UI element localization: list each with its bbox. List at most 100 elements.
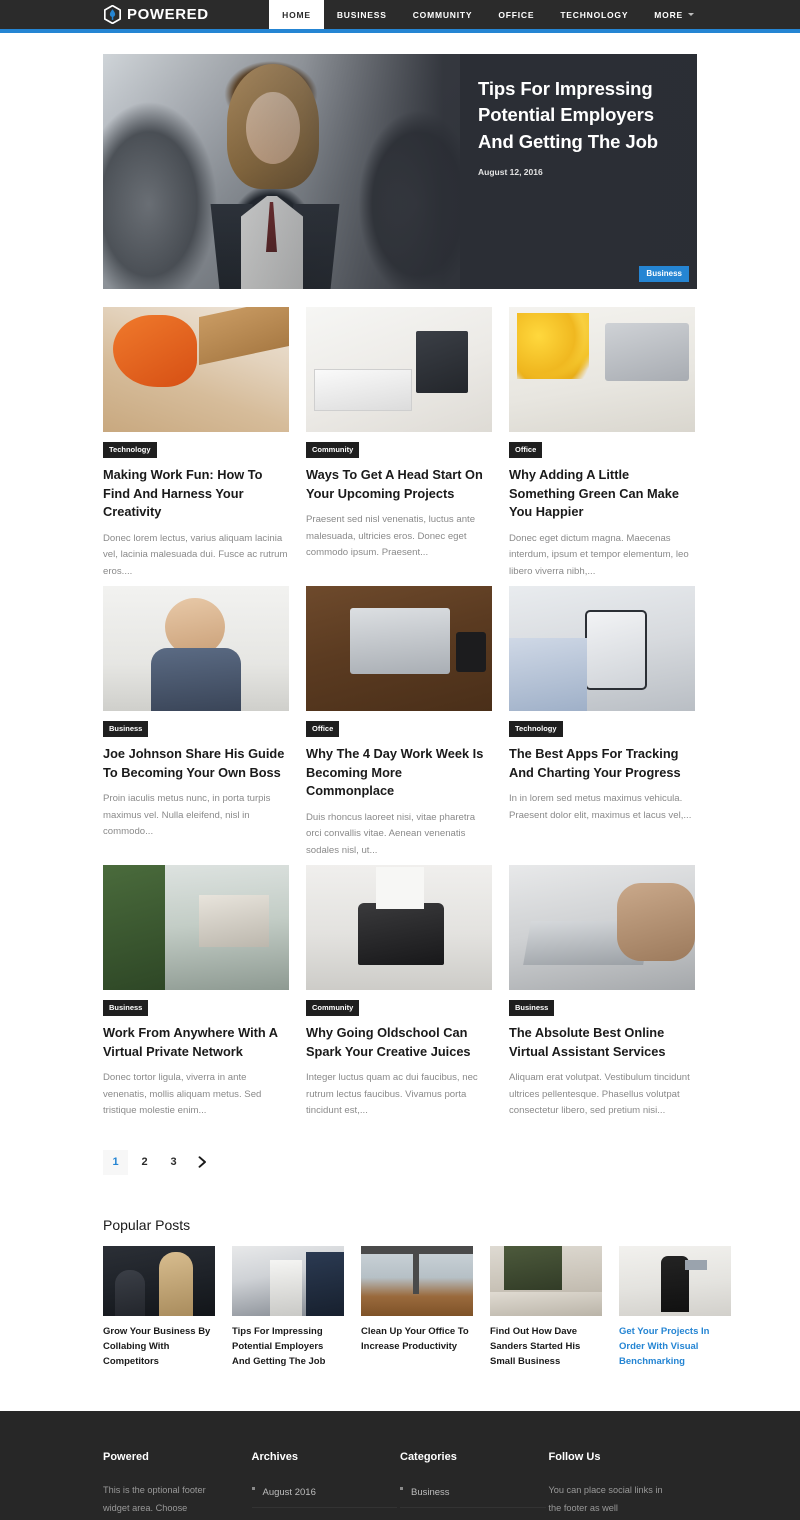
post-card: Business Joe Johnson Share His Guide To … (103, 586, 289, 859)
post-excerpt: In in lorem sed metus maximus vehicula. … (509, 793, 692, 821)
footer-widget-follow-us: Follow Us You can place social links in … (549, 1451, 695, 1520)
popular-post-thumbnail[interactable] (490, 1245, 602, 1316)
list-item: Community (400, 1515, 546, 1520)
nav-item-more[interactable]: MORE (641, 0, 707, 29)
post-thumbnail[interactable] (509, 307, 695, 432)
post-card: Business The Absolute Best Online Virtua… (509, 865, 695, 1120)
post-card: Community Why Going Oldschool Can Spark … (306, 865, 492, 1120)
post-thumbnail[interactable] (103, 307, 289, 432)
main-navigation: HOME BUSINESS COMMUNITY OFFICE TECHNOLOG… (269, 0, 707, 29)
hero-category-badge[interactable]: Business (639, 266, 689, 282)
post-thumbnail[interactable] (306, 865, 492, 991)
post-title[interactable]: Joe Johnson Share His Guide To Becoming … (103, 745, 289, 782)
post-title[interactable]: Ways To Get A Head Start On Your Upcomin… (306, 466, 492, 503)
post-title[interactable]: Making Work Fun: How To Find And Harness… (103, 466, 289, 522)
popular-post-item[interactable]: Grow Your Business By Collabing With Com… (103, 1245, 215, 1370)
nav-item-business[interactable]: BUSINESS (324, 0, 400, 29)
post-thumbnail[interactable] (509, 865, 695, 991)
pagination-next-button[interactable] (190, 1150, 215, 1175)
post-title[interactable]: Why Going Oldschool Can Spark Your Creat… (306, 1024, 492, 1061)
chevron-down-icon (688, 13, 694, 16)
popular-post-thumbnail[interactable] (103, 1245, 215, 1316)
site-logo[interactable]: POWERED (0, 0, 209, 29)
footer-widget-title: Follow Us (548, 1451, 601, 1464)
footer-widget-categories: Categories Business Community Office Tec… (400, 1451, 546, 1520)
hero-title[interactable]: Tips For Impressing Potential Employers … (478, 76, 683, 155)
header-accent-bar (0, 29, 800, 33)
site-footer: Powered This is the optional footer widg… (0, 1411, 800, 1520)
site-header: POWERED HOME BUSINESS COMMUNITY OFFICE T… (0, 0, 800, 29)
post-excerpt: Donec tortor ligula, viverra in ante ven… (103, 1072, 262, 1117)
popular-post-item[interactable]: Find Out How Dave Sanders Started His Sm… (490, 1245, 602, 1370)
popular-post-title[interactable]: Tips For Impressing Potential Employers … (232, 1324, 344, 1370)
post-category-badge[interactable]: Community (306, 442, 360, 458)
post-category-badge[interactable]: Office (306, 721, 340, 738)
post-card: Business Work From Anywhere With A Virtu… (103, 865, 289, 1120)
post-title[interactable]: The Best Apps For Tracking And Charting … (509, 745, 695, 782)
hero-content: Tips For Impressing Potential Employers … (478, 76, 683, 177)
archive-link[interactable]: August 2016 (263, 1487, 316, 1498)
nav-label: HOME (282, 9, 311, 20)
pagination-page-3[interactable]: 3 (161, 1150, 186, 1175)
popular-post-item[interactable]: Tips For Impressing Potential Employers … (232, 1245, 344, 1370)
post-category-badge[interactable]: Business (509, 1000, 555, 1017)
nav-item-technology[interactable]: TECHNOLOGY (547, 0, 641, 29)
post-title[interactable]: The Absolute Best Online Virtual Assista… (509, 1024, 695, 1061)
nav-item-home[interactable]: HOME (269, 0, 324, 29)
post-title[interactable]: Why Adding A Little Something Green Can … (509, 466, 695, 522)
post-excerpt: Proin iaculis metus nunc, in porta turpi… (103, 793, 271, 838)
post-card: Technology The Best Apps For Tracking An… (509, 586, 695, 859)
post-thumbnail[interactable] (103, 865, 289, 991)
footer-widget-text: You can place social links in the footer… (548, 1485, 663, 1514)
list-item: July 2016 (252, 1515, 398, 1520)
hero-date: August 12, 2016 (478, 166, 543, 177)
post-card: Technology Making Work Fun: How To Find … (103, 307, 289, 580)
popular-posts-row: Grow Your Business By Collabing With Com… (103, 1245, 731, 1370)
post-category-badge[interactable]: Business (103, 1000, 149, 1017)
category-link[interactable]: Business (411, 1487, 450, 1498)
popular-post-item[interactable]: Clean Up Your Office To Increase Product… (361, 1245, 473, 1370)
footer-widget-powered: Powered This is the optional footer widg… (103, 1451, 249, 1520)
post-category-badge[interactable]: Technology (509, 721, 563, 738)
featured-hero-slide[interactable]: Tips For Impressing Potential Employers … (103, 54, 697, 289)
page-root: POWERED HOME BUSINESS COMMUNITY OFFICE T… (0, 0, 800, 1520)
post-excerpt: Duis rhoncus laoreet nisi, vitae pharetr… (306, 811, 476, 856)
popular-post-item[interactable]: Get Your Projects In Order With Visual B… (619, 1245, 731, 1370)
hexagon-droplet-logo-icon (104, 5, 121, 24)
post-category-badge[interactable]: Technology (103, 442, 157, 458)
popular-post-thumbnail[interactable] (361, 1245, 473, 1316)
popular-post-title[interactable]: Grow Your Business By Collabing With Com… (103, 1324, 215, 1370)
post-thumbnail[interactable] (306, 307, 492, 432)
nav-item-community[interactable]: COMMUNITY (400, 0, 486, 29)
popular-post-title[interactable]: Find Out How Dave Sanders Started His Sm… (490, 1324, 602, 1370)
post-grid: Technology Making Work Fun: How To Find … (103, 307, 697, 1126)
pagination: 1 2 3 (103, 1149, 697, 1175)
post-category-badge[interactable]: Business (103, 721, 149, 738)
nav-label: TECHNOLOGY (560, 9, 629, 20)
post-title[interactable]: Work From Anywhere With A Virtual Privat… (103, 1024, 289, 1061)
post-category-badge[interactable]: Office (509, 442, 543, 458)
pagination-page-2[interactable]: 2 (132, 1150, 157, 1175)
popular-post-title[interactable]: Clean Up Your Office To Increase Product… (361, 1324, 473, 1354)
chevron-right-icon (197, 1156, 208, 1169)
nav-item-office[interactable]: OFFICE (485, 0, 547, 29)
post-thumbnail[interactable] (509, 586, 695, 712)
nav-label: OFFICE (498, 9, 535, 20)
post-excerpt: Donec lorem lectus, varius aliquam lacin… (103, 532, 288, 577)
post-category-badge[interactable]: Community (306, 1000, 360, 1017)
post-title[interactable]: Why The 4 Day Work Week Is Becoming More… (306, 745, 492, 801)
pagination-page-1[interactable]: 1 (103, 1149, 128, 1175)
post-thumbnail[interactable] (306, 586, 492, 712)
categories-list: Business Community Office Technology (400, 1482, 546, 1520)
footer-widget-title: Archives (251, 1451, 298, 1464)
popular-post-thumbnail[interactable] (619, 1245, 731, 1316)
post-excerpt: Praesent sed nisl venenatis, luctus ante… (306, 514, 476, 559)
popular-post-thumbnail[interactable] (232, 1245, 344, 1316)
nav-label: MORE (654, 9, 683, 20)
popular-post-title[interactable]: Get Your Projects In Order With Visual B… (619, 1324, 731, 1370)
post-thumbnail[interactable] (103, 586, 289, 712)
nav-label: BUSINESS (336, 9, 387, 20)
list-item: August 2016 (251, 1482, 397, 1509)
footer-columns: Powered This is the optional footer widg… (103, 1451, 697, 1520)
popular-posts-section: Popular Posts Grow Your Business By Coll… (103, 1217, 731, 1370)
